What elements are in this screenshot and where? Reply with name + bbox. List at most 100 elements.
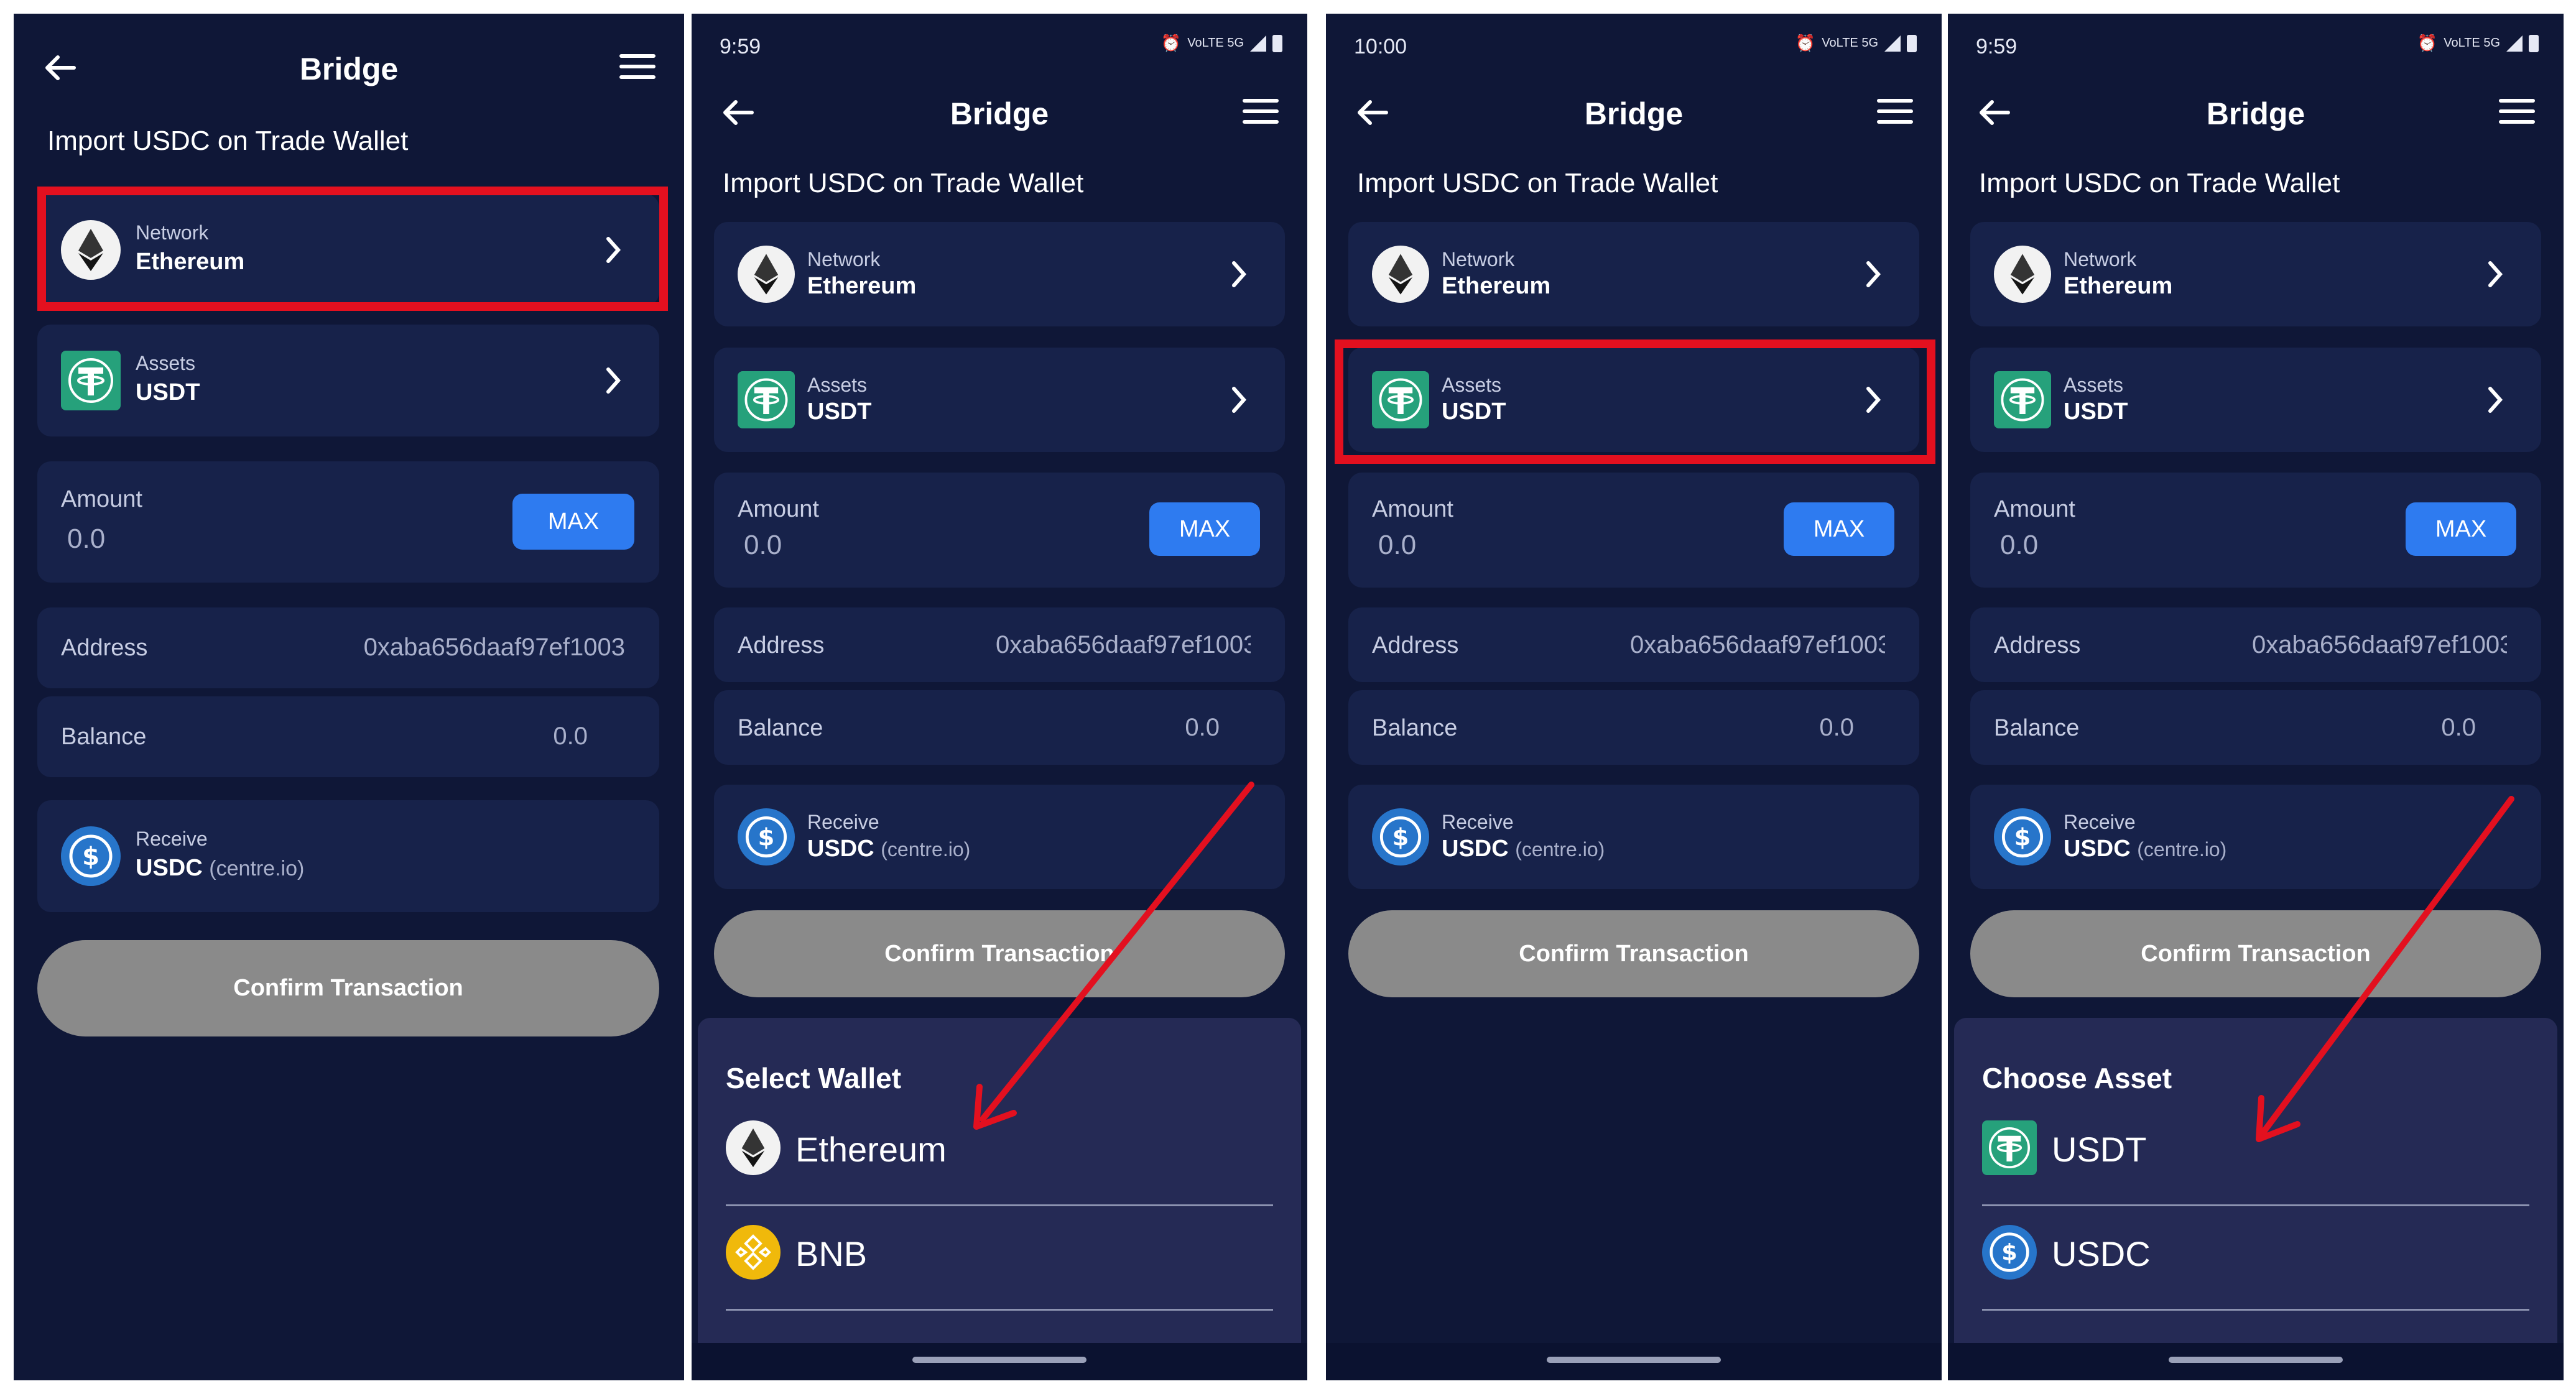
receive-row: $ Receive USDC (centre.io) <box>1348 785 1919 889</box>
balance-row: Balance 0.0 <box>37 696 659 777</box>
amount-input[interactable]: 0.0 <box>67 524 105 555</box>
home-gesture-pill[interactable] <box>2169 1357 2343 1363</box>
confirm-transaction-button[interactable]: Confirm Transaction <box>1348 910 1919 997</box>
section-title: Import USDC on Trade Wallet <box>723 168 1084 198</box>
signal-icon <box>1884 35 1901 52</box>
balance-row: Balance 0.0 <box>714 690 1285 765</box>
receive-token: USDC (centre.io) <box>807 836 970 862</box>
confirm-transaction-button[interactable]: Confirm Transaction <box>1970 910 2541 997</box>
amount-input[interactable]: 0.0 <box>1378 530 1416 561</box>
assets-value: USDT <box>136 379 200 405</box>
address-label: Address <box>1994 632 2081 658</box>
screen-2: 9:59 ⏰ VoLTE 5G Bridge Import USDC on Tr… <box>692 14 1307 1380</box>
receive-caption: Receive <box>2064 811 2136 833</box>
confirm-transaction-button[interactable]: Confirm Transaction <box>37 940 659 1036</box>
receive-source: (centre.io) <box>2137 838 2227 861</box>
battery-icon <box>1272 34 1282 52</box>
assets-selector[interactable]: Assets USDT <box>37 325 659 436</box>
network-selector[interactable]: Network Ethereum <box>1970 222 2541 326</box>
hamburger-menu-icon[interactable] <box>1242 97 1279 126</box>
hamburger-menu-icon[interactable] <box>1876 97 1914 126</box>
network-caption: Network <box>2064 248 2137 270</box>
amount-field[interactable]: Amount 0.0 MAX <box>714 473 1285 588</box>
home-gesture-pill[interactable] <box>1547 1357 1721 1363</box>
assets-value: USDT <box>2064 399 2128 425</box>
ethereum-icon <box>1372 246 1429 303</box>
address-label: Address <box>61 635 148 661</box>
status-time: 9:59 <box>1976 35 2018 58</box>
address-row: Address 0xaba656daaf97ef1003 <box>1970 607 2541 682</box>
hamburger-menu-icon[interactable] <box>2498 97 2536 126</box>
section-title: Import USDC on Trade Wallet <box>1357 168 1718 198</box>
chevron-right-icon <box>606 367 621 394</box>
amount-field[interactable]: Amount 0.0 MAX <box>1348 473 1919 588</box>
chevron-right-icon <box>1232 261 1247 287</box>
balance-label: Balance <box>1994 715 2080 741</box>
usdt-icon <box>1982 1120 2037 1175</box>
usdc-icon: $ <box>738 808 795 865</box>
svg-text:$: $ <box>758 823 775 851</box>
section-title: Import USDC on Trade Wallet <box>1979 168 2340 198</box>
status-time: 9:59 <box>720 35 761 58</box>
network-value: Ethereum <box>2064 273 2173 299</box>
balance-label: Balance <box>61 724 147 750</box>
status-time: 10:00 <box>1354 35 1407 58</box>
chevron-right-icon <box>1866 261 1881 287</box>
amount-label: Amount <box>738 496 819 522</box>
amount-input[interactable]: 0.0 <box>744 530 782 561</box>
amount-input[interactable]: 0.0 <box>2000 530 2038 561</box>
signal-icon <box>1250 35 1266 52</box>
svg-text:$: $ <box>2014 823 2031 851</box>
wallet-option-bnb[interactable]: BNB <box>726 1206 1273 1311</box>
asset-option-usdt[interactable]: USDT <box>1982 1102 2529 1206</box>
network-selector[interactable]: Network Ethereum <box>714 222 1285 326</box>
address-label: Address <box>738 632 825 658</box>
amount-field[interactable]: Amount 0.0 MAX <box>1970 473 2541 588</box>
hamburger-menu-icon[interactable] <box>619 52 656 81</box>
screen-1: Bridge Import USDC on Trade Wallet Netwo… <box>14 14 684 1380</box>
svg-text:$: $ <box>2001 1239 2018 1266</box>
receive-source: (centre.io) <box>209 857 305 880</box>
signal-icon <box>2506 35 2523 52</box>
svg-text:$: $ <box>82 842 100 871</box>
receive-token-name: USDC <box>1442 836 1509 862</box>
highlight-box <box>1335 339 1935 464</box>
asset-option-usdc[interactable]: $ USDC <box>1982 1206 2529 1311</box>
home-gesture-pill[interactable] <box>912 1357 1086 1363</box>
max-button[interactable]: MAX <box>1784 502 1894 556</box>
header: Bridge <box>1948 83 2564 139</box>
assets-caption: Assets <box>2064 374 2124 396</box>
screen-4: 9:59 ⏰ VoLTE 5G Bridge Import USDC on Tr… <box>1948 14 2564 1380</box>
assets-selector[interactable]: Assets USDT <box>714 348 1285 452</box>
address-value: 0xaba656daaf97ef1003 <box>996 631 1251 658</box>
assets-selector[interactable]: Assets USDT <box>1970 348 2541 452</box>
receive-token-name: USDC <box>807 836 874 862</box>
select-wallet-sheet: Select Wallet Ethereum BNB <box>698 1018 1301 1366</box>
receive-row: $ Receive USDC (centre.io) <box>1970 785 2541 889</box>
wallet-option-label: Ethereum <box>795 1130 947 1169</box>
max-button[interactable]: MAX <box>1149 502 1260 556</box>
system-nav-bar <box>692 1343 1307 1380</box>
section-title: Import USDC on Trade Wallet <box>47 126 409 156</box>
address-row: Address 0xaba656daaf97ef1003 <box>714 607 1285 682</box>
max-button[interactable]: MAX <box>2406 502 2516 556</box>
asset-option-label: USDC <box>2052 1234 2151 1273</box>
status-bar: 9:59 ⏰ VoLTE 5G <box>1948 14 2564 82</box>
network-value: Ethereum <box>1442 273 1551 299</box>
receive-row: $ Receive USDC (centre.io) <box>37 800 659 912</box>
amount-field[interactable]: Amount 0.0 MAX <box>37 461 659 583</box>
max-button[interactable]: MAX <box>512 494 634 550</box>
amount-label: Amount <box>1994 496 2075 522</box>
address-label: Address <box>1372 632 1459 658</box>
page-title: Bridge <box>1584 96 1684 131</box>
chevron-right-icon <box>2488 261 2503 287</box>
usdc-icon: $ <box>1994 808 2051 865</box>
screen-3: 10:00 ⏰ VoLTE 5G Bridge Import USDC on T… <box>1326 14 1942 1380</box>
network-selector[interactable]: Network Ethereum <box>1348 222 1919 326</box>
wallet-option-ethereum[interactable]: Ethereum <box>726 1102 1273 1206</box>
battery-icon <box>2529 34 2539 52</box>
network-type: VoLTE 5G <box>1822 36 1878 50</box>
confirm-transaction-button[interactable]: Confirm Transaction <box>714 910 1285 997</box>
page-title: Bridge <box>950 96 1049 131</box>
assets-caption: Assets <box>807 374 868 396</box>
